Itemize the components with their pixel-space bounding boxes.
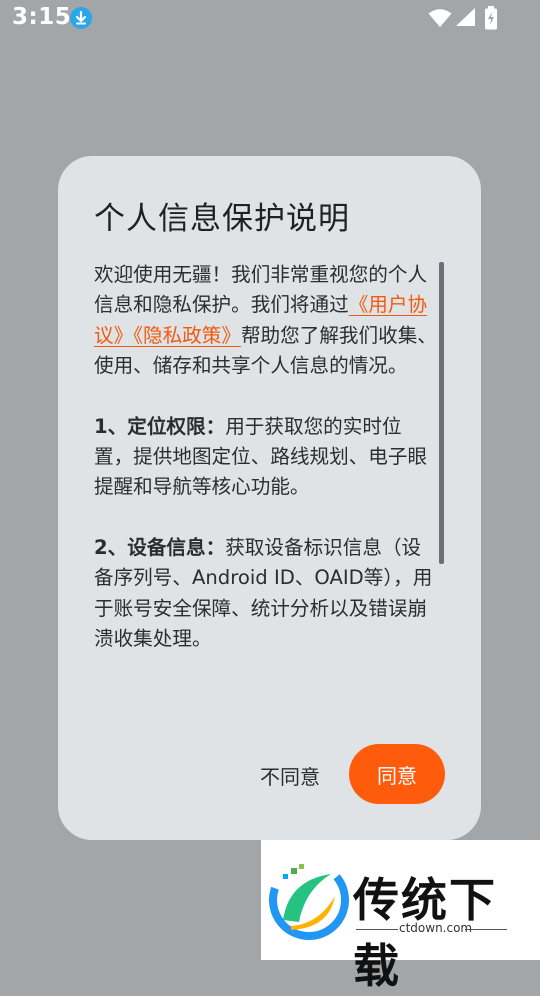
section-device-title: 2、设备信息： <box>94 535 226 559</box>
wifi-icon <box>428 8 452 32</box>
agree-button[interactable]: 同意 <box>349 744 445 804</box>
privacy-dialog: 个人信息保护说明 欢迎使用无疆！我们非常重视您的个人信息和隐私保护。我们将通过《… <box>58 156 481 840</box>
status-bar: 3:15 <box>0 0 540 38</box>
watermark-domain: ctdown.com <box>399 921 473 935</box>
signal-icon <box>454 7 476 31</box>
status-time: 3:15 <box>12 4 72 30</box>
dialog-title: 个人信息保护说明 <box>94 201 350 237</box>
ctdown-logo-icon <box>269 860 349 944</box>
divider <box>356 929 398 930</box>
download-icon <box>70 7 92 29</box>
divider <box>465 929 507 930</box>
watermark: 传统下载 ctdown.com <box>261 840 540 993</box>
section-location-title: 1、定位权限： <box>94 414 226 438</box>
privacy-policy-link[interactable]: 《隐私政策》 <box>133 324 241 347</box>
battery-charging-icon <box>484 6 498 34</box>
scrollbar[interactable] <box>439 262 444 564</box>
intro-paragraph: 欢迎使用无疆！我们非常重视您的个人信息和隐私保护。我们将通过《用户协议》《隐私政… <box>94 260 438 382</box>
section-location: 1、定位权限：用于获取您的实时位置，提供地图定位、路线规划、电子眼提醒和导航等核… <box>94 412 438 503</box>
section-device: 2、设备信息：获取设备标识信息（设备序列号、Android ID、OAID等），… <box>94 533 438 655</box>
dialog-body[interactable]: 欢迎使用无疆！我们非常重视您的个人信息和隐私保护。我们将通过《用户协议》《隐私政… <box>94 260 438 690</box>
disagree-button[interactable]: 不同意 <box>230 758 350 792</box>
